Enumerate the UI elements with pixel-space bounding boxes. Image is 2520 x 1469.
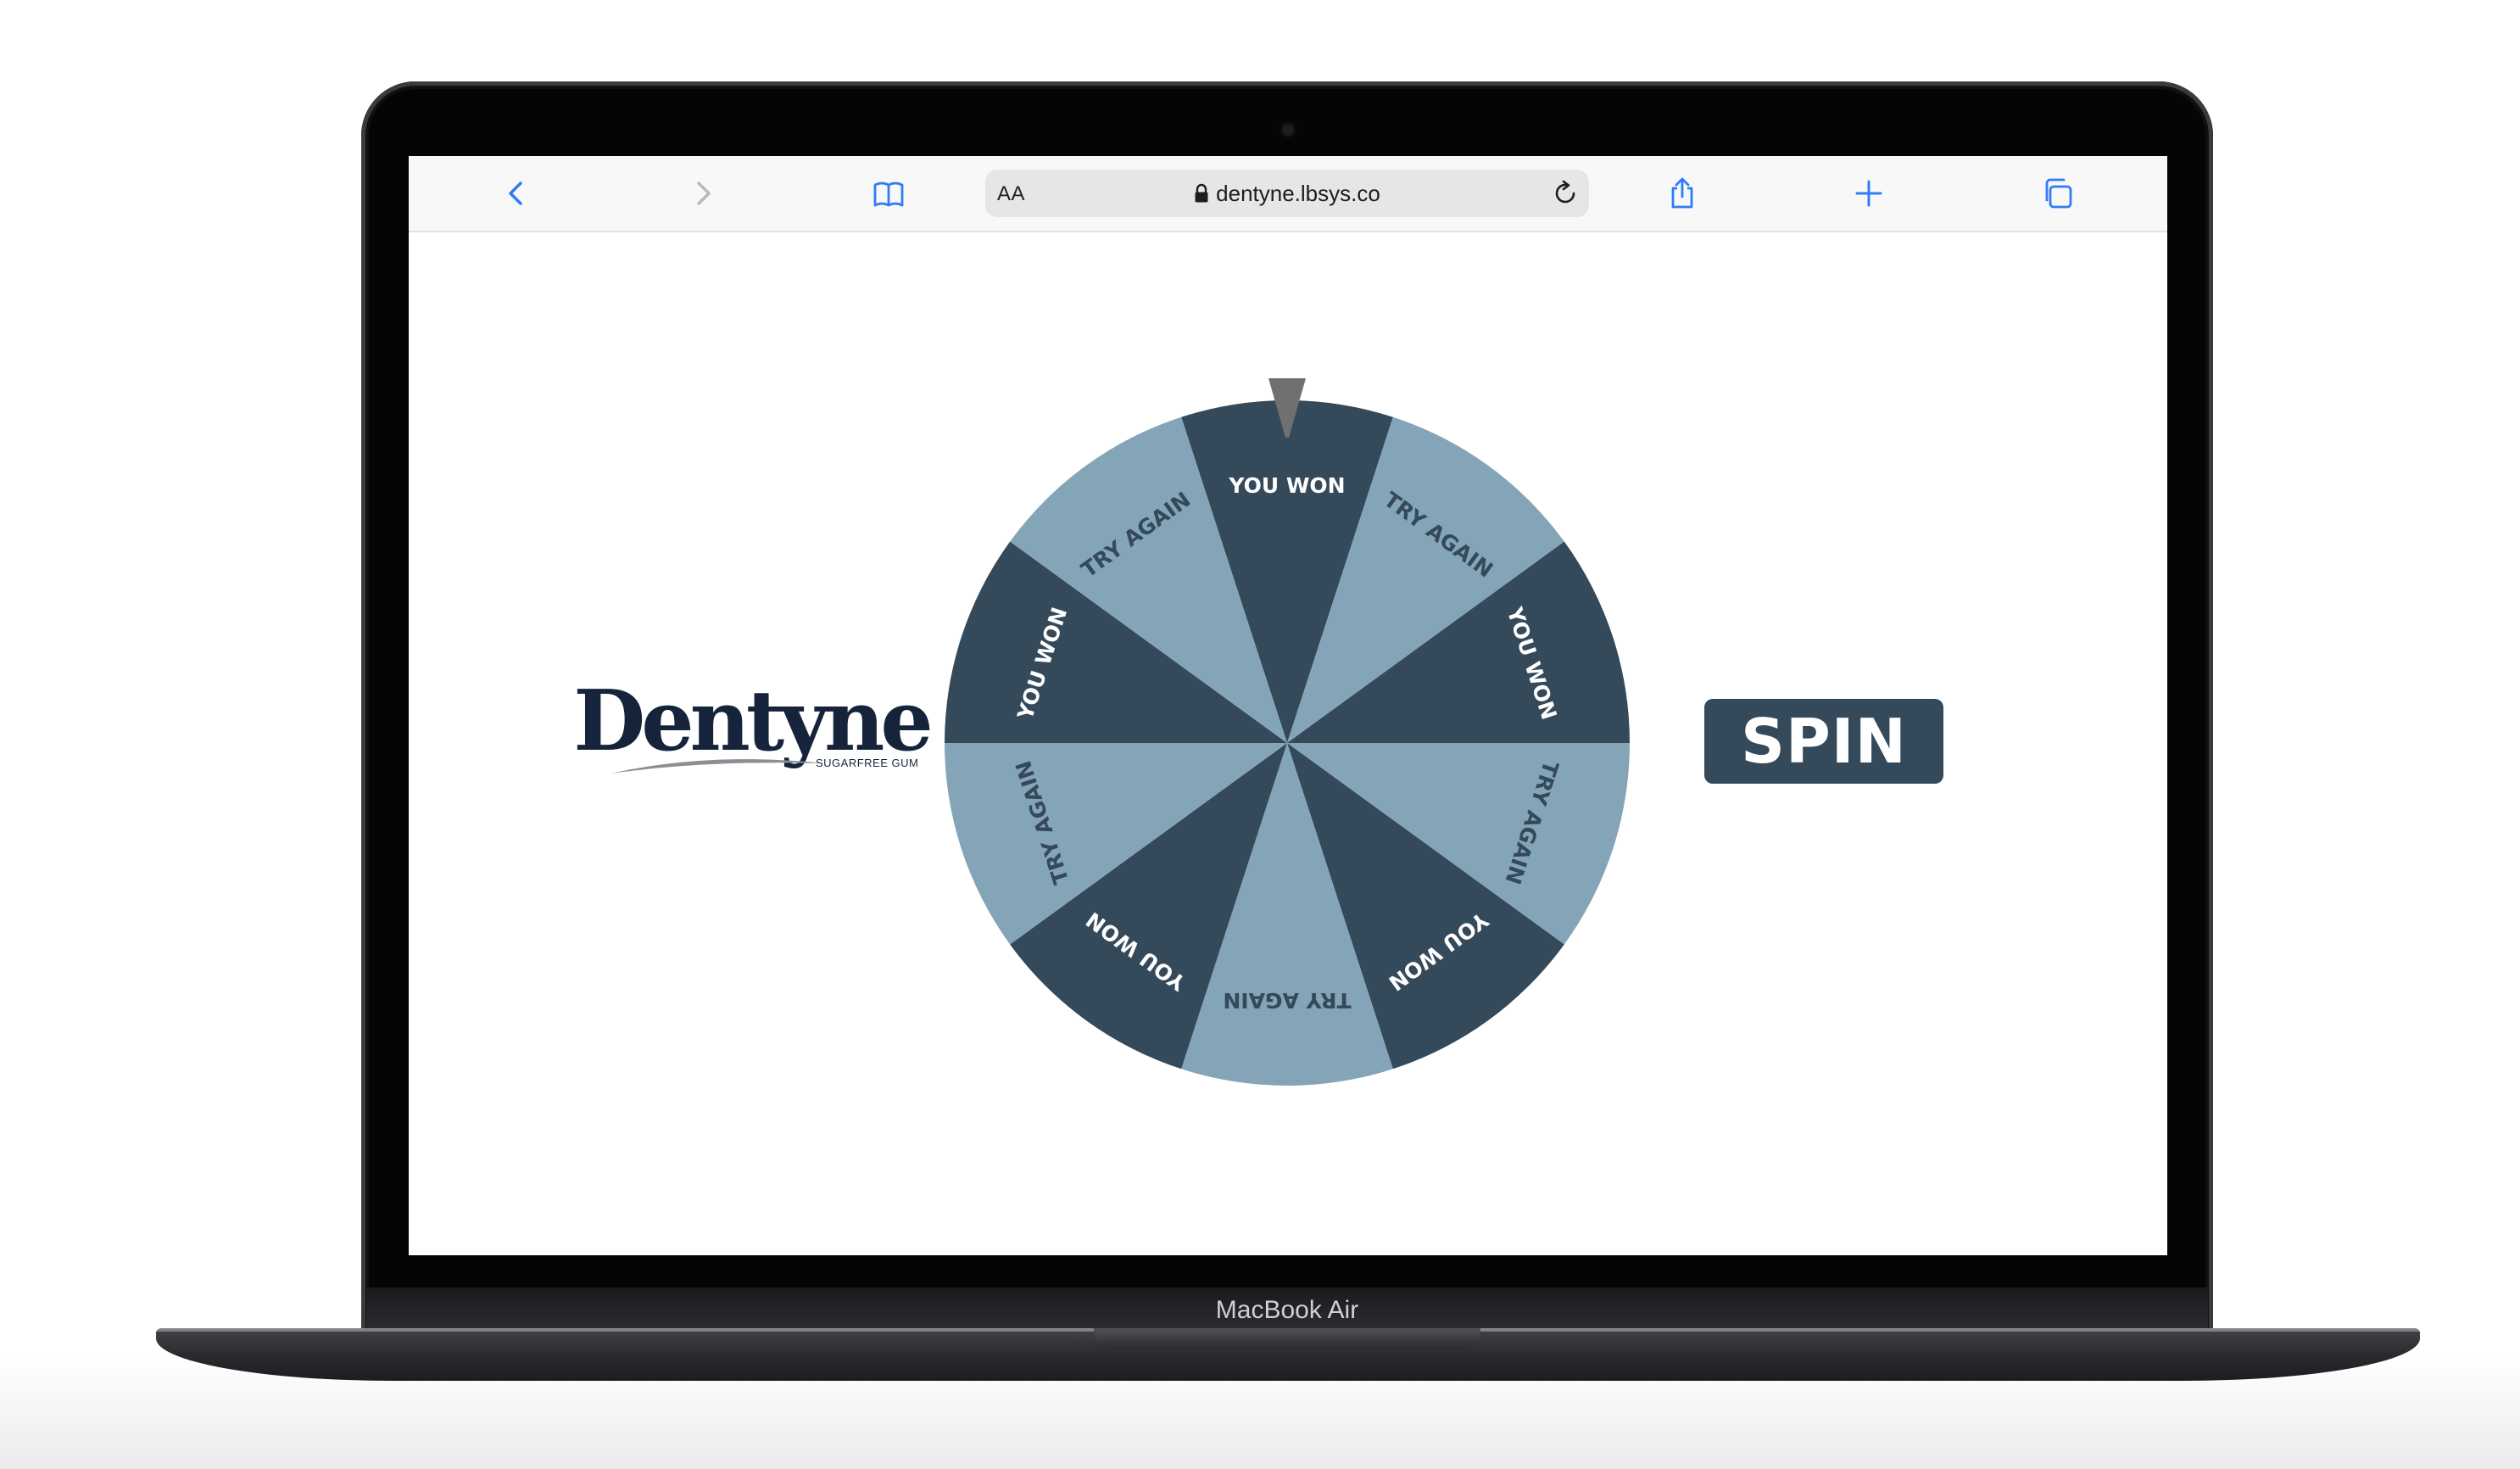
share-icon[interactable] [1665, 176, 1699, 210]
spin-button[interactable]: SPIN [1704, 699, 1943, 784]
camera-icon [1282, 124, 1294, 136]
logo-tagline: SUGARFREE GUM [816, 757, 919, 769]
wheel-pointer-icon [1268, 378, 1306, 438]
address-bar[interactable]: AA dentyne.lbsys.co [985, 170, 1589, 217]
lock-icon [1194, 183, 1209, 204]
logo-swoosh [607, 753, 828, 777]
laptop-notch [1094, 1328, 1480, 1349]
logo-wordmark: Dentyne [573, 673, 933, 770]
wheel-segment-label: TRY AGAIN [1223, 988, 1351, 1013]
browser-toolbar: AA dentyne.lbsys.co [409, 156, 2167, 232]
prize-wheel[interactable]: YOU WON TRY AGAIN YOU WON TRY AGAIN YOU WON T… [943, 399, 1631, 1087]
chevron-left-icon[interactable] [500, 176, 534, 210]
tabs-icon[interactable] [2040, 176, 2074, 210]
reload-icon[interactable] [1550, 178, 1581, 209]
url-text: dentyne.lbsys.co [1216, 180, 1380, 206]
plus-icon[interactable] [1852, 176, 1886, 210]
browser-screen: AA dentyne.lbsys.co Dentyne SUGARFREE GU… [409, 156, 2167, 1255]
device-label: MacBook Air [1215, 1296, 1359, 1324]
wheel-segment-label: YOU WON [1228, 473, 1345, 498]
chevron-right-icon[interactable] [685, 176, 719, 210]
dentyne-logo: Dentyne SUGARFREE GUM [573, 680, 938, 790]
url-display: dentyne.lbsys.co [985, 170, 1589, 217]
book-icon[interactable] [872, 176, 906, 210]
